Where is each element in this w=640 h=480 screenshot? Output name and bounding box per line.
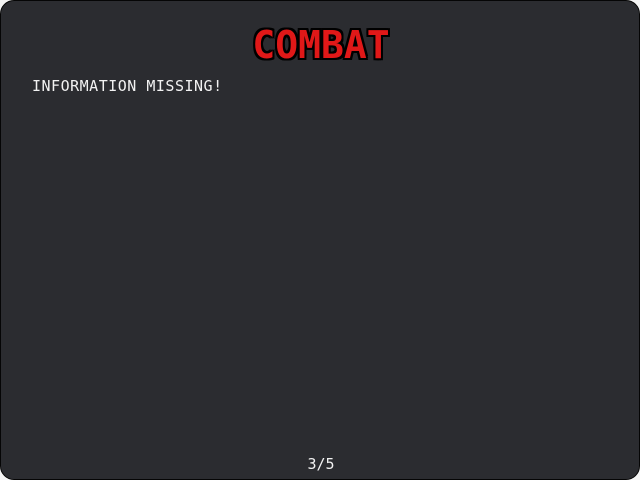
panel-message: INFORMATION MISSING! — [32, 77, 223, 95]
info-panel: COMBAT INFORMATION MISSING! 3/5 — [0, 0, 640, 480]
page-indicator: 3/5 — [307, 455, 335, 473]
panel-title: COMBAT — [252, 23, 390, 67]
